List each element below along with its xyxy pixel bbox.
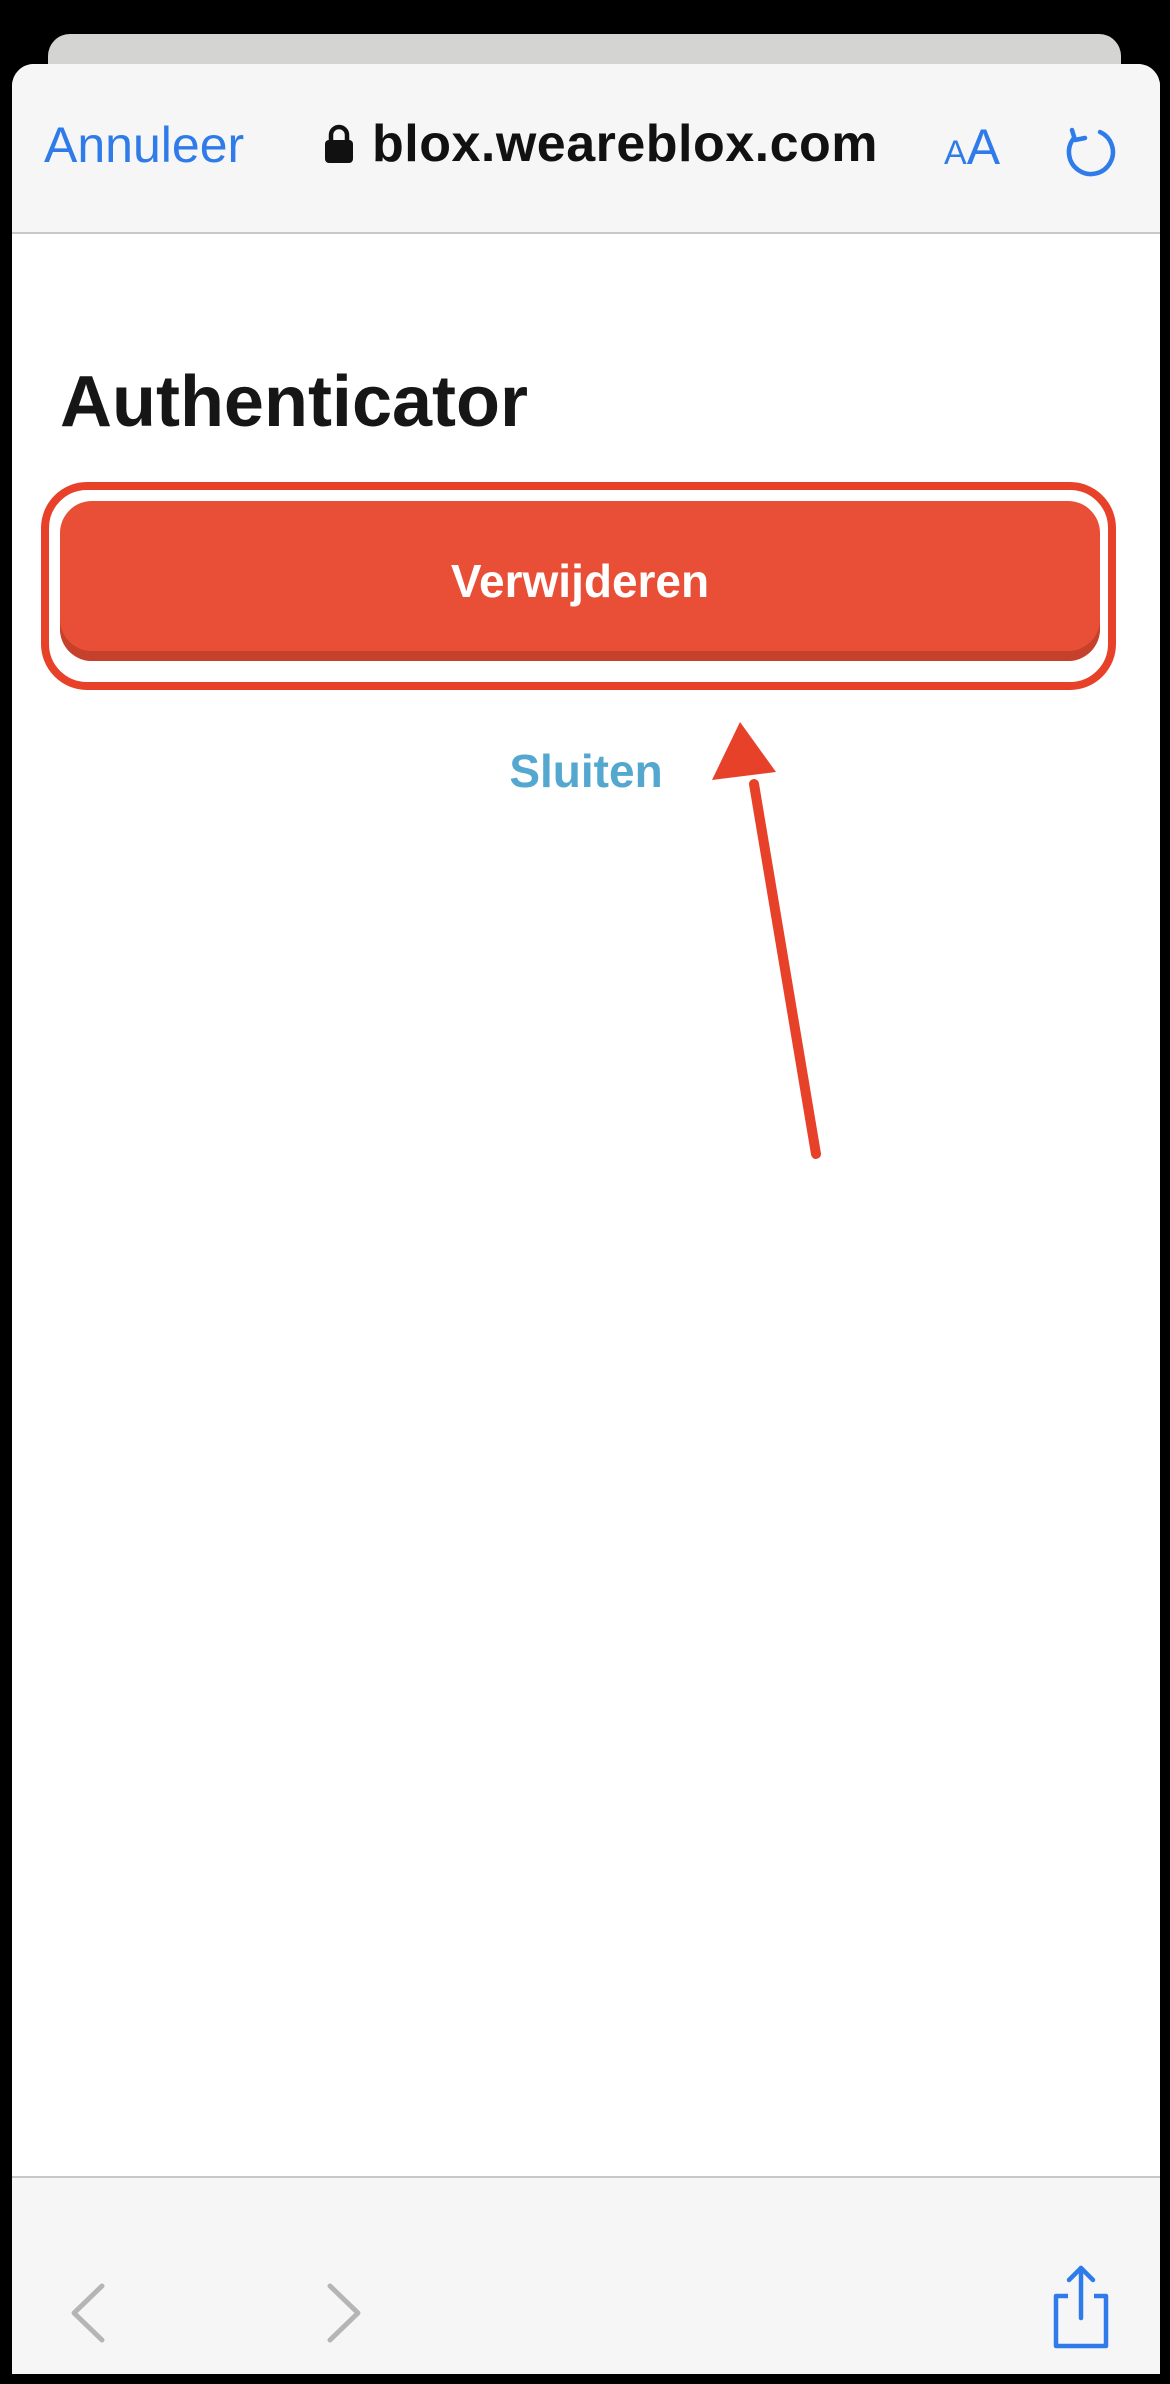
- url-text: blox.weareblox.com: [372, 115, 879, 173]
- chevron-right-icon[interactable]: [318, 2278, 368, 2348]
- text-size-button[interactable]: AA: [944, 122, 1000, 172]
- browser-top-bar: Annuleer blox.weareblox.com AA: [12, 64, 1160, 234]
- delete-button[interactable]: Verwijderen: [60, 501, 1100, 661]
- lock-icon: [325, 124, 353, 163]
- browser-bottom-bar: [12, 2176, 1160, 2374]
- page-title: Authenticator: [60, 362, 528, 442]
- share-icon[interactable]: [1046, 2262, 1116, 2352]
- url-display[interactable]: blox.weareblox.com: [324, 118, 878, 170]
- text-size-large-label: A: [966, 119, 1001, 175]
- reload-icon[interactable]: [1060, 122, 1120, 182]
- chevron-left-icon[interactable]: [64, 2278, 114, 2348]
- browser-sheet: Annuleer blox.weareblox.com AA Authentic…: [12, 64, 1160, 2374]
- text-size-small-label: A: [944, 134, 967, 172]
- close-link[interactable]: Sluiten: [12, 748, 1160, 794]
- cancel-button[interactable]: Annuleer: [44, 120, 244, 170]
